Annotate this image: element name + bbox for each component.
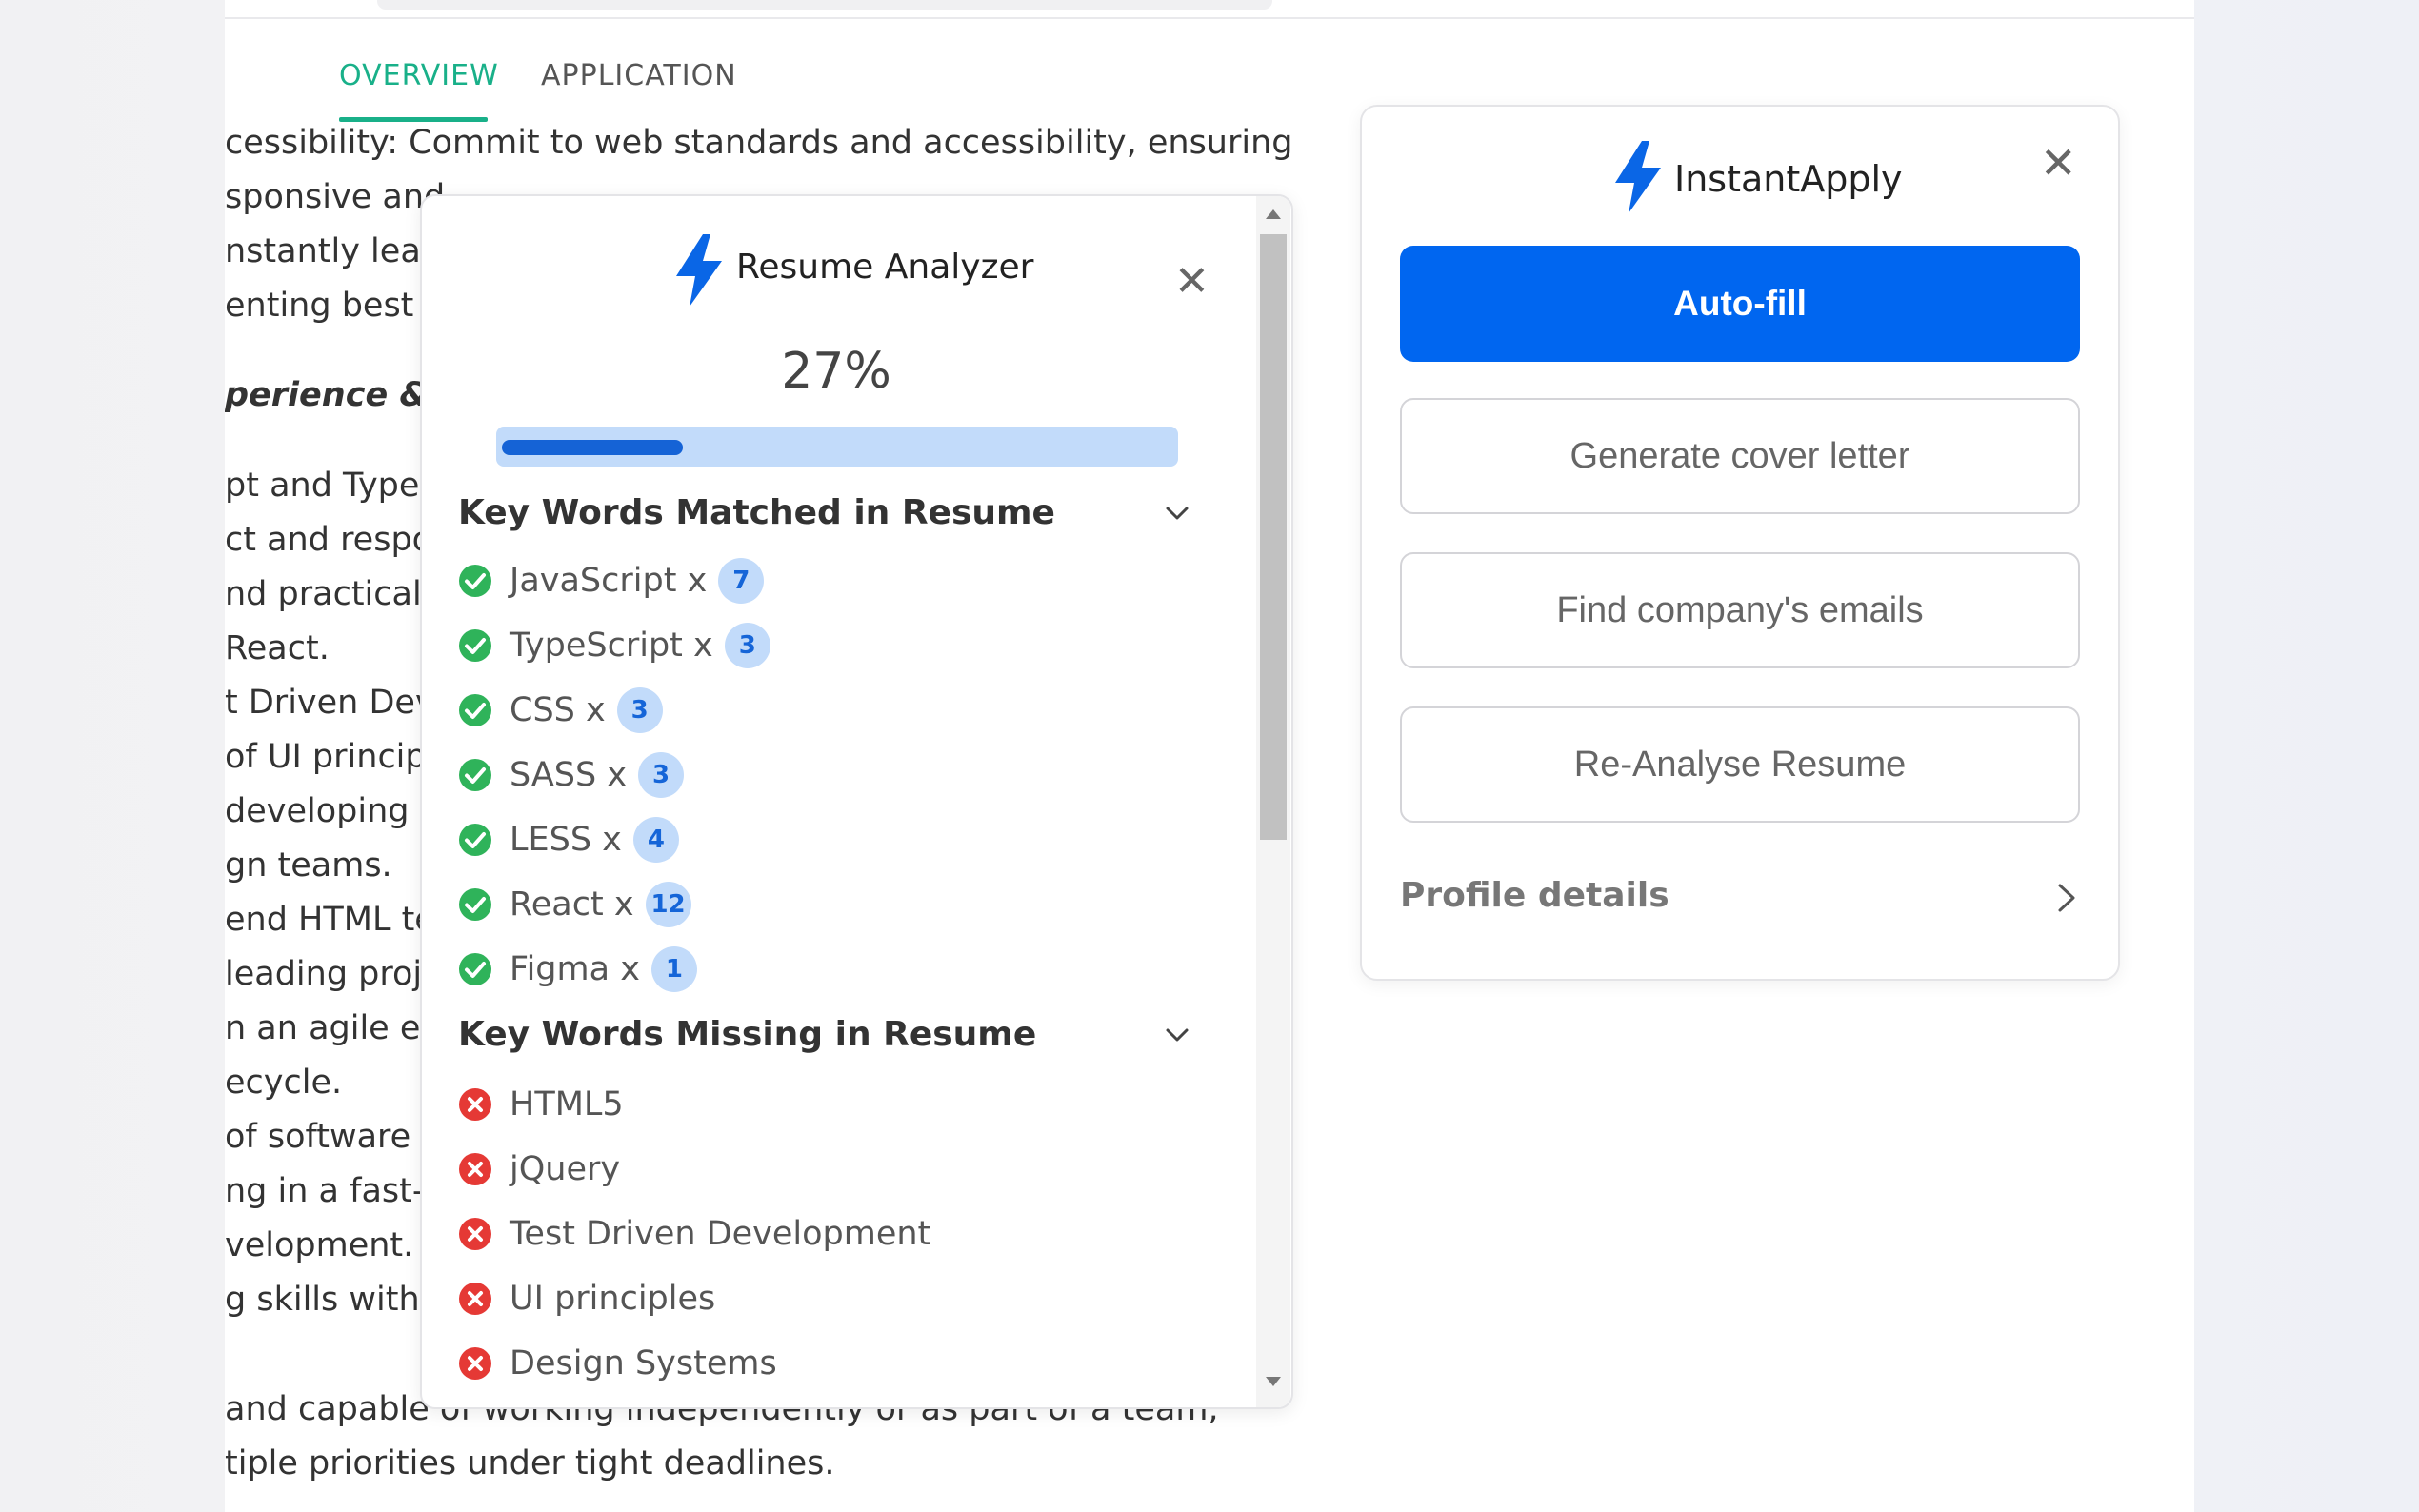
check-circle-icon — [459, 953, 491, 985]
profile-details-label: Profile details — [1400, 876, 1669, 915]
scrollbar[interactable] — [1256, 196, 1290, 1407]
keyword-count-badge: 7 — [718, 558, 765, 604]
job-description-line: gn teams. — [225, 846, 392, 885]
lightning-bolt-icon — [1615, 141, 1661, 213]
error-circle-icon — [459, 1218, 491, 1250]
job-description-line: ecycle. — [225, 1064, 343, 1102]
error-circle-icon — [459, 1088, 491, 1121]
job-description-line: leading proj — [225, 955, 423, 993]
tab-application[interactable]: APPLICATION — [541, 59, 737, 92]
find-company-emails-button[interactable]: Find company's emails — [1400, 552, 2080, 668]
matched-keyword-item: TypeScript x 3 — [458, 623, 770, 668]
check-circle-icon — [459, 824, 491, 856]
job-description-line: nd practical — [225, 575, 422, 613]
job-description-line: nstantly learr — [225, 232, 448, 270]
chevron-right-icon — [2058, 884, 2075, 912]
job-description-line: velopment. — [225, 1226, 414, 1264]
job-description-line: developing f — [225, 792, 431, 830]
generate-cover-letter-button[interactable]: Generate cover letter — [1400, 398, 2080, 514]
job-description-line: pt and TypeS — [225, 467, 441, 505]
error-circle-icon — [459, 1283, 491, 1315]
missing-keyword-item: HTML5 — [458, 1082, 624, 1127]
score-progress-bar — [496, 427, 1178, 467]
check-circle-icon — [459, 565, 491, 597]
instantapply-title: InstantApply — [1674, 158, 1903, 200]
close-icon[interactable]: ✕ — [2040, 141, 2077, 185]
missing-keyword-item: Design Systems — [458, 1341, 777, 1386]
check-circle-icon — [459, 694, 491, 726]
missing-keyword-item: UI principles — [458, 1276, 715, 1322]
keyword-count-badge: 3 — [724, 623, 770, 668]
keyword-label: Figma x — [510, 950, 640, 988]
lightning-bolt-icon — [676, 234, 722, 307]
check-circle-icon — [459, 759, 491, 791]
job-description-line: ct and respo — [225, 521, 433, 559]
resume-analyzer-popup: Resume Analyzer ✕ 27% Key Words Matched … — [420, 194, 1293, 1409]
matched-keyword-item: LESS x 4 — [458, 817, 679, 863]
keyword-label: SASS x — [510, 756, 628, 794]
keyword-label: CSS x — [510, 691, 606, 729]
keyword-label: TypeScript x — [510, 627, 713, 665]
keyword-count-badge: 4 — [632, 817, 679, 863]
job-description-line: sponsive and — [225, 178, 446, 216]
analyzer-header: Resume Analyzer ✕ — [422, 227, 1250, 307]
re-analyse-resume-button[interactable]: Re-Analyse Resume — [1400, 706, 2080, 823]
keyword-label: HTML5 — [510, 1085, 624, 1124]
keyword-label: Design Systems — [510, 1344, 777, 1383]
missing-keyword-item: Test Driven Development — [458, 1211, 930, 1257]
profile-details-row[interactable]: Profile details — [1400, 868, 2080, 925]
scroll-down-arrow-icon[interactable] — [1266, 1377, 1281, 1386]
missing-keyword-item: jQuery — [458, 1146, 620, 1192]
score-progress-fill — [502, 440, 683, 455]
job-description-line: t Driven Dev — [225, 684, 435, 722]
error-circle-icon — [459, 1153, 491, 1185]
matched-keyword-item: Figma x 1 — [458, 946, 697, 992]
tab-active-indicator — [339, 117, 488, 122]
tab-overview[interactable]: OVERVIEW — [339, 59, 499, 92]
chevron-down-icon[interactable] — [1163, 1021, 1191, 1049]
matched-keyword-item: CSS x 3 — [458, 687, 663, 733]
keyword-count-badge: 3 — [616, 687, 663, 733]
keyword-label: UI principles — [510, 1280, 716, 1318]
keyword-label: JavaScript x — [510, 562, 708, 600]
job-description-line: ng in a fast-p — [225, 1172, 446, 1210]
keyword-count-badge: 12 — [645, 882, 691, 927]
keyword-count-badge: 3 — [638, 752, 685, 798]
keyword-label: jQuery — [510, 1150, 621, 1188]
job-description-line: end HTML te — [225, 901, 435, 939]
scroll-up-arrow-icon[interactable] — [1266, 209, 1281, 219]
check-circle-icon — [459, 888, 491, 921]
auto-fill-button[interactable]: Auto-fill — [1400, 246, 2080, 362]
job-description-line: of UI princip — [225, 738, 427, 776]
score-percentage: 27% — [781, 343, 891, 400]
missing-keywords-heading: Key Words Missing in Resume — [458, 1015, 1037, 1054]
job-description-line: enting best p — [225, 287, 446, 325]
matched-keyword-item: SASS x 3 — [458, 752, 685, 798]
scrollbar-thumb[interactable] — [1260, 234, 1287, 840]
close-icon[interactable]: ✕ — [1174, 261, 1210, 303]
matched-keyword-item: JavaScript x 7 — [458, 558, 765, 604]
keyword-count-badge: 1 — [650, 946, 697, 992]
check-circle-icon — [459, 629, 491, 662]
error-circle-icon — [459, 1347, 491, 1380]
keyword-label: LESS x — [510, 821, 622, 859]
job-description-line: cessibility: Commit to web standards and… — [225, 124, 1293, 162]
analyzer-title: Resume Analyzer — [736, 248, 1034, 287]
job-description-line: of software — [225, 1118, 411, 1156]
matched-keyword-item: React x 12 — [458, 882, 691, 927]
job-description-line: React. — [225, 629, 330, 667]
instantapply-panel: InstantApply ✕ Auto-fill Generate cover … — [1360, 105, 2120, 981]
matched-keywords-heading: Key Words Matched in Resume — [458, 493, 1055, 532]
job-description-line: tiple priorities under tight deadlines. — [225, 1444, 835, 1482]
top-strip — [225, 0, 2194, 19]
job-description-line: g skills with — [225, 1281, 420, 1319]
keyword-label: Test Driven Development — [510, 1215, 931, 1253]
chevron-down-icon[interactable] — [1163, 499, 1191, 527]
keyword-label: React x — [510, 885, 634, 924]
search-bar-edge[interactable] — [377, 0, 1272, 10]
job-description-line: n an agile er — [225, 1009, 434, 1047]
